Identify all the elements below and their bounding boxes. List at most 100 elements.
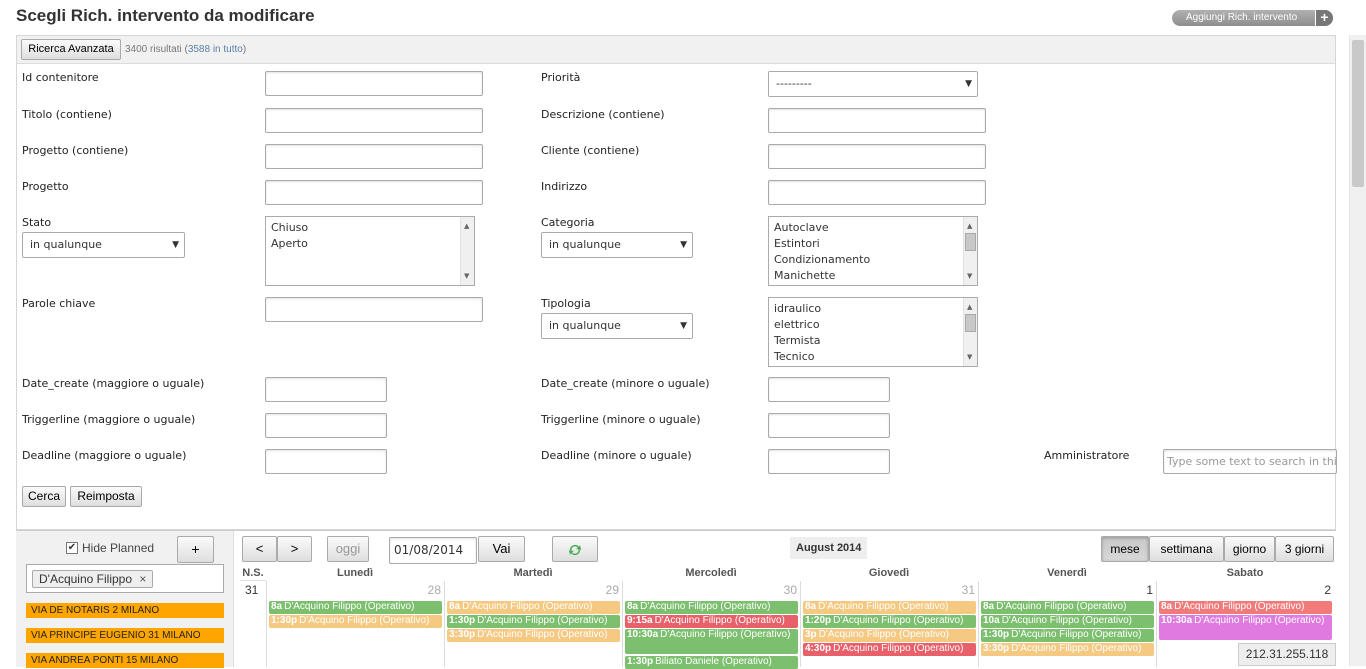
next-button[interactable]: > — [277, 536, 312, 562]
scroll-up-icon[interactable]: ▲ — [464, 218, 469, 234]
progetto-input[interactable] — [265, 180, 483, 205]
list-item[interactable]: Tecnico — [774, 349, 972, 365]
cerca-button[interactable]: Cerca — [22, 486, 66, 507]
scroll-down-icon[interactable]: ▼ — [464, 268, 469, 284]
calendar-event[interactable]: 8a D'Acquino Filippo (Operativo) — [803, 601, 976, 614]
event-title: D'Acquino Filippo (Operativo) — [1011, 643, 1142, 654]
event-title: D'Acquino Filippo (Operativo) — [660, 629, 791, 640]
categoria-listbox[interactable]: Autoclave Estintori Condizionamento Mani… — [768, 216, 978, 286]
parole-chiave-input[interactable] — [265, 297, 483, 322]
view-day-button[interactable]: giorno — [1224, 536, 1275, 562]
list-item[interactable]: Termista — [774, 333, 972, 349]
titolo-input[interactable] — [265, 108, 483, 133]
list-item[interactable]: elettrico — [774, 317, 972, 333]
event-time: 3:30p — [983, 643, 1010, 654]
deadline-lte-input[interactable] — [768, 449, 890, 474]
event-title: D'Acquino Filippo (Operativo) — [1194, 615, 1325, 626]
calendar-event[interactable]: 8a D'Acquino Filippo (Operativo) — [1159, 601, 1332, 614]
amministratore-label: Amministratore — [1044, 449, 1130, 462]
view-week-button[interactable]: settimana — [1149, 536, 1224, 562]
view-month-button[interactable]: mese — [1101, 536, 1149, 562]
event-title: D'Acquino Filippo (Operativo) — [833, 643, 964, 654]
calendar-event[interactable]: 10a D'Acquino Filippo (Operativo) — [981, 615, 1154, 628]
reimposta-button[interactable]: Reimposta — [70, 486, 142, 507]
advanced-search-button[interactable]: Ricerca Avanzata — [21, 39, 121, 60]
calendar-event[interactable]: 1:30p Biliato Daniele (Operativo) — [625, 656, 798, 669]
calendar-event[interactable]: 1:30p D'Acquino Filippo (Operativo) — [269, 615, 442, 628]
add-request-button[interactable]: Aggiungi Rich. intervento + — [1172, 10, 1333, 26]
calendar-event[interactable]: 10:30a D'Acquino Filippo (Operativo) — [1159, 615, 1332, 640]
stato-listbox[interactable]: Chiuso Aperto ▲ ▼ — [265, 216, 475, 286]
add-button[interactable]: + — [177, 536, 214, 563]
calendar-event[interactable]: 3:30p D'Acquino Filippo (Operativo) — [981, 643, 1154, 656]
tipologia-select[interactable]: in qualunque ▼ — [541, 313, 693, 339]
scrollbar[interactable]: ▲ ▼ — [963, 298, 977, 366]
calendar-event[interactable]: 8a D'Acquino Filippo (Operativo) — [269, 601, 442, 614]
day-cell[interactable]: 28 8a D'Acquino Filippo (Operativo) 1:30p D'… — [266, 581, 444, 667]
id-contenitore-input[interactable] — [265, 71, 483, 96]
priorita-select[interactable]: --------- ▼ — [768, 71, 978, 97]
calendar-event[interactable]: 8a D'Acquino Filippo (Operativo) — [625, 601, 798, 614]
calendar-event[interactable]: 3:30p D'Acquino Filippo (Operativo) — [447, 629, 620, 642]
calendar-event[interactable]: 10:30a D'Acquino Filippo (Operativo) — [625, 629, 798, 654]
day-cell[interactable]: 31 8a D'Acquino Filippo (Operativo) 1:20p D'… — [800, 581, 978, 667]
scroll-up-icon[interactable]: ▲ — [967, 218, 972, 234]
view-3days-button[interactable]: 3 giorni — [1275, 536, 1334, 562]
date-create-lte-input[interactable] — [768, 377, 890, 402]
descrizione-input[interactable] — [768, 108, 986, 133]
deadline-gte-input[interactable] — [265, 449, 387, 474]
event-time: 1:30p — [627, 656, 654, 667]
today-button[interactable]: oggi — [327, 536, 369, 562]
scrollbar-thumb[interactable] — [965, 314, 976, 332]
address-item[interactable]: VIA DE NOTARIS 2 MILANO — [26, 603, 224, 618]
calendar-event[interactable]: 9:15a D'Acquino Filippo (Operativo) — [625, 615, 798, 628]
list-item[interactable]: Autoclave — [774, 220, 972, 236]
refresh-button[interactable] — [552, 536, 598, 562]
date-input[interactable]: 01/08/2014 — [389, 537, 477, 564]
list-item[interactable]: Condizionamento — [774, 252, 972, 268]
calendar-event[interactable]: 1:20p D'Acquino Filippo (Operativo) — [803, 615, 976, 628]
results-total-link[interactable]: 3588 in tutto — [188, 44, 243, 55]
prev-button[interactable]: < — [242, 536, 277, 562]
list-item[interactable]: Aperto — [271, 236, 469, 252]
day-cell[interactable]: 29 8a D'Acquino Filippo (Operativo) 1:30p D'… — [444, 581, 622, 667]
calendar-event[interactable]: 1:30p D'Acquino Filippo (Operativo) — [981, 629, 1154, 642]
scrollbar[interactable]: ▲ ▼ — [963, 217, 977, 285]
calendar-event[interactable]: 8a D'Acquino Filippo (Operativo) — [447, 601, 620, 614]
close-icon[interactable]: × — [139, 572, 146, 586]
triggerline-gte-input[interactable] — [265, 413, 387, 438]
calendar-event[interactable]: 1:30p D'Acquino Filippo (Operativo) — [447, 615, 620, 628]
list-item[interactable]: Manichette — [774, 268, 972, 284]
progetto-contiene-input[interactable] — [265, 144, 483, 169]
scrollbar-thumb[interactable] — [965, 233, 976, 251]
list-item[interactable]: Estintori — [774, 236, 972, 252]
address-item[interactable]: VIA PRINCIPE EUGENIO 31 MILANO — [26, 628, 224, 643]
triggerline-lte-input[interactable] — [768, 413, 890, 438]
categoria-select[interactable]: in qualunque ▼ — [541, 232, 693, 258]
amministratore-search-input[interactable]: Type some text to search in this — [1163, 449, 1337, 474]
stato-select[interactable]: in qualunque ▼ — [22, 232, 185, 258]
calendar-event[interactable]: 3p D'Acquino Filippo (Operativo) — [803, 629, 976, 642]
page-scrollbar[interactable] — [1349, 35, 1366, 666]
hide-planned-checkbox[interactable]: ✔ — [66, 542, 78, 554]
day-cell[interactable]: 1 8a D'Acquino Filippo (Operativo) 10a D'Acq… — [978, 581, 1156, 667]
event-time: 8a — [271, 601, 283, 612]
indirizzo-input[interactable] — [768, 180, 986, 205]
tipologia-listbox[interactable]: idraulico elettrico Termista Tecnico ▲ ▼ — [768, 297, 978, 367]
go-button[interactable]: Vai — [478, 536, 525, 562]
cliente-input[interactable] — [768, 144, 986, 169]
day-header: Venerdì — [1047, 567, 1087, 579]
scrollbar[interactable]: ▲ ▼ — [460, 217, 474, 285]
date-create-gte-input[interactable] — [265, 377, 387, 402]
list-item[interactable]: idraulico — [774, 301, 972, 317]
scroll-down-icon[interactable]: ▼ — [967, 349, 972, 365]
progetto-contiene-label: Progetto (contiene) — [22, 144, 129, 157]
day-cell[interactable]: 30 8a D'Acquino Filippo (Operativo) 9:15a D'… — [622, 581, 800, 669]
scrollbar-thumb[interactable] — [1352, 40, 1364, 187]
calendar-event[interactable]: 4:30p D'Acquino Filippo (Operativo) — [803, 643, 976, 656]
list-item[interactable]: Chiuso — [271, 220, 469, 236]
calendar-event[interactable]: 8a D'Acquino Filippo (Operativo) — [981, 601, 1154, 614]
technician-filter-input[interactable]: D'Acquino Filippo × — [26, 564, 224, 593]
scroll-down-icon[interactable]: ▼ — [967, 268, 972, 284]
scroll-up-icon[interactable]: ▲ — [967, 299, 972, 315]
